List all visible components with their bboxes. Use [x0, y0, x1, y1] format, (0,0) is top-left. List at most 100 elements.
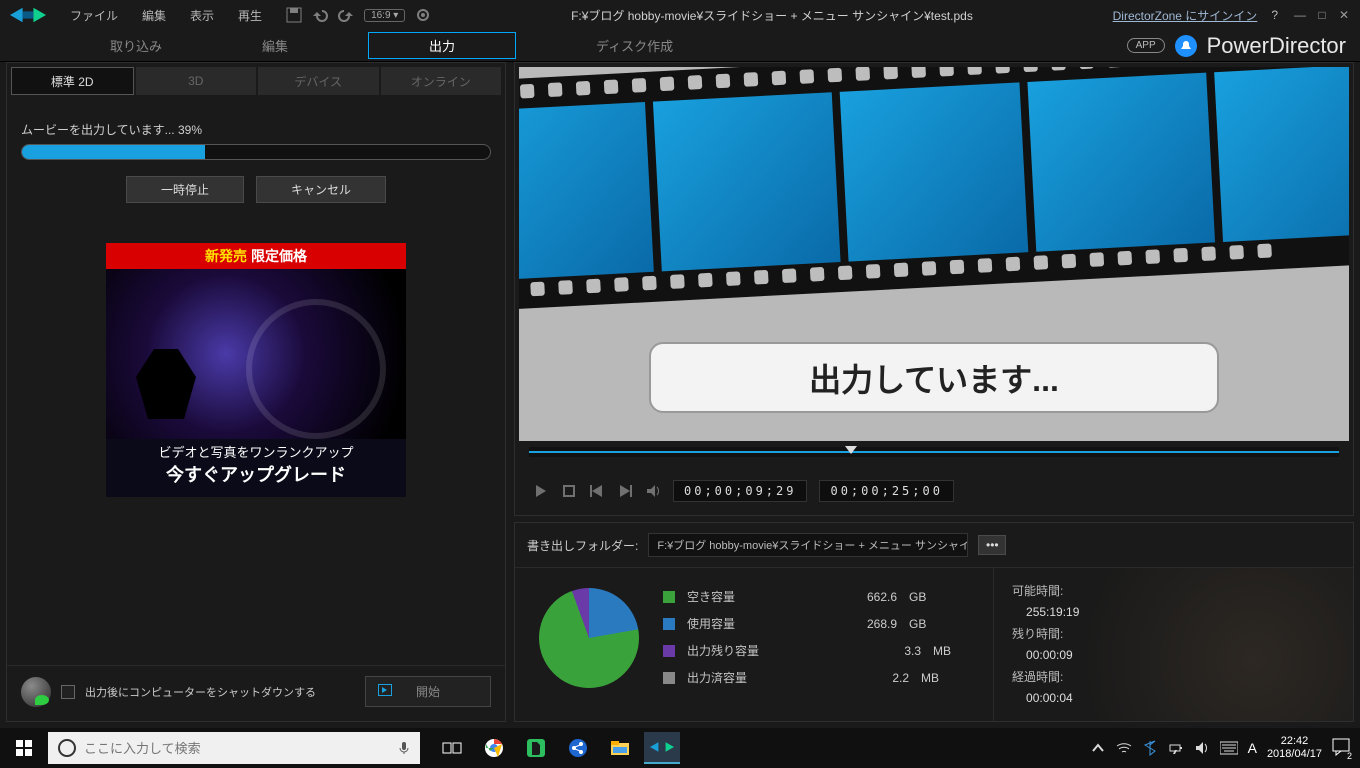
tray-volume-icon[interactable]	[1194, 740, 1210, 756]
redo-icon[interactable]	[338, 7, 354, 23]
main-tab-row: 取り込み 編集 出力 ディスク作成 APP PowerDirector	[0, 30, 1360, 62]
menu-edit[interactable]: 編集	[132, 3, 176, 28]
tab-edit[interactable]: 編集	[242, 32, 308, 59]
legend-done-label: 出力済容量	[687, 669, 747, 686]
settings-icon[interactable]	[415, 7, 431, 23]
close-button[interactable]: ✕	[1336, 8, 1352, 22]
play-icon[interactable]	[533, 483, 549, 499]
pause-button[interactable]: 一時停止	[126, 176, 244, 203]
possible-time-label: 可能時間:	[1012, 582, 1079, 599]
taskbar-explorer-icon[interactable]	[602, 732, 638, 764]
progress-bar	[21, 144, 491, 160]
swatch-done	[663, 672, 675, 684]
notification-count: 2	[1347, 751, 1352, 761]
possible-time-value: 255:19:19	[1012, 605, 1079, 619]
tray-power-icon[interactable]	[1168, 740, 1184, 756]
produce-panel: 標準 2D 3D デバイス オンライン ムービーを出力しています... 39% …	[6, 62, 506, 722]
preview-canvas: 出力しています...	[519, 67, 1349, 441]
filmstrip-graphic	[519, 67, 1349, 312]
start-button-label: 開始	[416, 685, 440, 699]
menu-play[interactable]: 再生	[228, 3, 272, 28]
next-frame-icon[interactable]	[617, 483, 633, 499]
legend-remain-label: 出力残り容量	[687, 642, 759, 659]
cortana-icon	[58, 739, 76, 757]
taskbar-powerdirector-icon[interactable]	[644, 732, 680, 764]
tab-disc[interactable]: ディスク作成	[576, 32, 693, 59]
progress-label: ムービーを出力しています... 39%	[21, 121, 491, 138]
stop-icon[interactable]	[561, 483, 577, 499]
legend-free-label: 空き容量	[687, 588, 735, 605]
browse-button[interactable]: •••	[978, 535, 1006, 555]
tray-wifi-icon[interactable]	[1116, 740, 1132, 756]
elapsed-time-value: 00:00:04	[1012, 691, 1079, 705]
taskbar-evernote-icon[interactable]	[518, 732, 554, 764]
tab-produce[interactable]: 出力	[368, 32, 516, 59]
start-button[interactable]: 開始	[365, 676, 491, 707]
menu-file[interactable]: ファイル	[60, 3, 128, 28]
remain-time-label: 残り時間:	[1012, 625, 1079, 642]
subtab-3d[interactable]: 3D	[136, 67, 257, 95]
play-icon	[378, 684, 392, 696]
save-icon[interactable]	[286, 7, 302, 23]
legend-remain-unit: MB	[933, 644, 963, 658]
swatch-used	[663, 618, 675, 630]
directorzone-link[interactable]: DirectorZone にサインイン	[1113, 7, 1258, 24]
legend-free-val: 662.6	[807, 590, 897, 604]
output-folder-path[interactable]: F:¥ブログ hobby-movie¥スライドショー + メニュー サンシャイン…	[648, 533, 968, 557]
tray-keyboard-icon[interactable]	[1220, 740, 1238, 756]
subtab-device[interactable]: デバイス	[258, 67, 379, 95]
tray-clock[interactable]: 22:42 2018/04/17	[1267, 735, 1322, 761]
legend-used-label: 使用容量	[687, 615, 735, 632]
legend-used-unit: GB	[909, 617, 939, 631]
help-icon[interactable]: ?	[1271, 8, 1278, 22]
progress-fill	[22, 145, 205, 159]
minimize-button[interactable]: —	[1292, 8, 1308, 22]
volume-icon[interactable]	[645, 483, 661, 499]
action-center-icon[interactable]: 2	[1332, 738, 1350, 759]
tray-chevron-up-icon[interactable]	[1090, 740, 1106, 756]
menu-view[interactable]: 表示	[180, 3, 224, 28]
cancel-button[interactable]: キャンセル	[256, 176, 386, 203]
time-info: 可能時間: 255:19:19 残り時間: 00:00:09 経過時間: 00:…	[993, 568, 1097, 721]
prev-frame-icon[interactable]	[589, 483, 605, 499]
subtab-standard-2d[interactable]: 標準 2D	[11, 67, 134, 95]
app-logo	[8, 5, 48, 25]
output-folder-label: 書き出しフォルダー:	[527, 537, 638, 554]
menu-bar: ファイル 編集 表示 再生 16:9 ▾ F:¥ブログ hobby-movie¥…	[0, 0, 1360, 30]
ad-line2: 今すぐアップグレード	[106, 461, 406, 487]
ad-line1: ビデオと写真をワンランクアップ	[106, 442, 406, 461]
ad-badge-price: 限定価格	[251, 246, 307, 266]
timecode-total: 00;00;25;00	[819, 480, 953, 502]
remain-time-value: 00:00:09	[1012, 648, 1079, 662]
preview-timeline[interactable]	[529, 447, 1339, 457]
ime-indicator[interactable]: A	[1248, 740, 1257, 756]
output-info-panel: 書き出しフォルダー: F:¥ブログ hobby-movie¥スライドショー + …	[514, 522, 1354, 722]
upgrade-ad[interactable]: 新発売限定価格 ビデオと写真をワンランクアップ 今すぐアップグレード	[106, 243, 406, 497]
undo-icon[interactable]	[312, 7, 328, 23]
aspect-chip[interactable]: 16:9 ▾	[364, 9, 405, 22]
taskbar-search[interactable]	[48, 732, 388, 764]
tray-time: 22:42	[1267, 735, 1322, 748]
taskbar-share-icon[interactable]	[560, 732, 596, 764]
product-name: PowerDirector	[1207, 33, 1346, 59]
subtab-online[interactable]: オンライン	[381, 67, 502, 95]
shutdown-checkbox[interactable]	[61, 685, 75, 699]
task-view-icon[interactable]	[434, 732, 470, 764]
ad-art	[106, 269, 406, 439]
shutdown-label: 出力後にコンピューターをシャットダウンする	[85, 684, 316, 700]
maximize-button[interactable]: □	[1314, 8, 1330, 22]
tab-capture[interactable]: 取り込み	[90, 32, 182, 59]
title-path: F:¥ブログ hobby-movie¥スライドショー + メニュー サンシャイン…	[435, 7, 1108, 24]
search-input[interactable]	[84, 741, 378, 756]
preview-banner: 出力しています...	[649, 342, 1219, 413]
app-chip[interactable]: APP	[1127, 38, 1165, 53]
notification-bell-icon[interactable]	[1175, 35, 1197, 57]
tray-bluetooth-icon[interactable]	[1142, 740, 1158, 756]
playhead-icon[interactable]	[845, 446, 857, 454]
swatch-remain	[663, 645, 675, 657]
mic-icon[interactable]	[388, 732, 420, 764]
preview-banner-text: 出力しています...	[809, 355, 1059, 401]
elapsed-time-label: 経過時間:	[1012, 668, 1079, 685]
start-menu-button[interactable]	[0, 728, 48, 768]
taskbar-chrome-icon[interactable]	[476, 732, 512, 764]
